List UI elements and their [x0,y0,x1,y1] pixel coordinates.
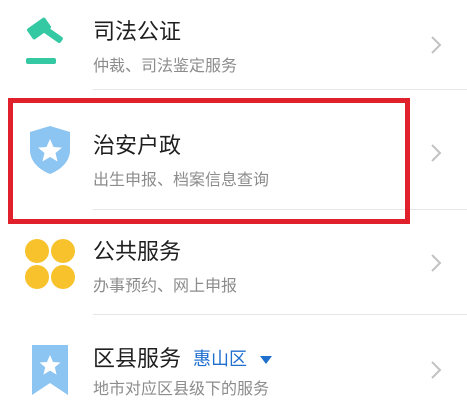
service-title: 治安户政 [93,134,182,159]
service-item-public-security[interactable]: 治安户政 出生申报、档案信息查询 [0,90,467,210]
gavel-icon [26,17,63,64]
chevron-right-icon [431,361,442,379]
chevron-right-icon [431,144,442,162]
chevron-right-icon [431,254,442,272]
service-title: 公共服务 [93,240,182,265]
district-selector[interactable]: 惠山区 [193,345,273,371]
four-circles-icon [25,239,75,289]
service-title: 区县服务 [93,347,182,372]
shield-star-icon [30,126,70,174]
chevron-right-icon [431,36,442,54]
service-subtitle: 仲裁、司法鉴定服务 [93,56,238,75]
service-item-public-services[interactable]: 公共服务 办事预约、网上申报 [0,210,467,315]
service-subtitle: 地市对应区县级下的服务 [93,379,270,398]
service-subtitle: 出生申报、档案信息查询 [93,170,270,189]
bookmark-star-icon [32,345,68,395]
service-list: 司法公证 仲裁、司法鉴定服务 治安户政 出生申报、档案信息查询 公共服务 办事预… [0,0,467,404]
district-name: 惠山区 [193,349,247,370]
caret-down-icon [259,356,272,364]
service-item-district-services[interactable]: 区县服务 惠山区 地市对应区县级下的服务 [0,315,467,404]
service-subtitle: 办事预约、网上申报 [93,276,238,295]
service-item-judicial-notary[interactable]: 司法公证 仲裁、司法鉴定服务 [0,0,467,90]
service-title: 司法公证 [93,20,182,45]
